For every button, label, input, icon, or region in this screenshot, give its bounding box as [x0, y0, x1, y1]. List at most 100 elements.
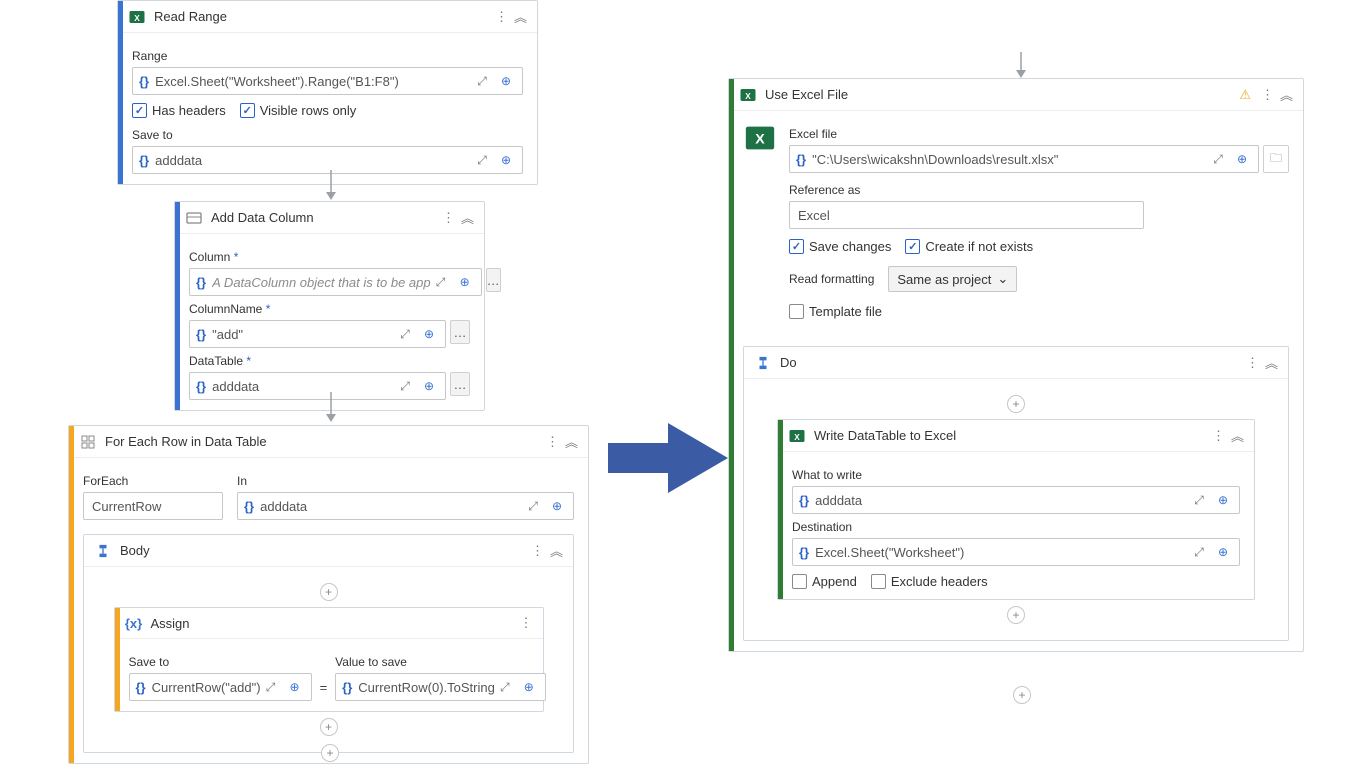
create-if-not-exists-checkbox[interactable]: Create if not exists [905, 239, 1033, 254]
visible-rows-checkbox[interactable]: Visible rows only [240, 103, 357, 118]
activity-title: Read Range [154, 9, 227, 24]
equals-sign: = [320, 680, 328, 701]
ellipsis-button[interactable]: … [486, 268, 501, 292]
assign-save-to-input[interactable]: {} CurrentRow("add") ⤢ ⊕ [129, 673, 312, 701]
datacolumn-icon [185, 209, 203, 227]
expand-icon[interactable]: ⤢ [472, 71, 492, 91]
exclude-headers-checkbox[interactable]: Exclude headers [871, 574, 988, 589]
plus-icon[interactable]: ⊕ [496, 150, 516, 170]
plus-icon[interactable]: ⊕ [419, 376, 439, 396]
collapse-icon[interactable]: ︽ [514, 7, 527, 26]
assign-activity[interactable]: {x} Assign ⋮ Save to {} CurrentRow("add"… [114, 607, 544, 712]
expand-icon[interactable]: ⤢ [1189, 490, 1209, 510]
expand-icon[interactable]: ⤢ [523, 496, 543, 516]
braces-icon: {} [196, 379, 206, 394]
sequence-icon [94, 542, 112, 560]
assign-value-input[interactable]: {} CurrentRow(0).ToString ⤢ ⊕ [335, 673, 546, 701]
ellipsis-button[interactable]: … [450, 320, 470, 344]
add-data-column-activity[interactable]: Add Data Column ⋮ ︽ Column {} A DataColu… [174, 201, 485, 411]
data-table-input[interactable]: {} adddata ⤢ ⊕ [189, 372, 446, 400]
excel-large-icon: X [743, 121, 777, 322]
what-to-write-label: What to write [792, 468, 1240, 482]
browse-folder-button[interactable]: 🗀 [1263, 145, 1289, 173]
add-activity-button[interactable]: + [320, 718, 338, 736]
add-activity-button[interactable]: + [320, 583, 338, 601]
append-checkbox[interactable]: Append [792, 574, 857, 589]
add-activity-button[interactable]: + [1007, 395, 1025, 413]
destination-label: Destination [792, 520, 1240, 534]
add-activity-button[interactable]: + [1007, 606, 1025, 624]
plus-icon[interactable]: ⊕ [1213, 490, 1233, 510]
foreach-input[interactable]: CurrentRow [83, 492, 223, 520]
collapse-icon[interactable]: ︽ [1231, 426, 1244, 445]
activity-title: Add Data Column [211, 210, 314, 225]
body-title: Body [120, 543, 150, 558]
read-range-activity[interactable]: X Read Range ⋮ ︽ Range {} Excel.Sheet("W… [117, 0, 538, 185]
activity-title: For Each Row in Data Table [105, 434, 267, 449]
add-activity-button[interactable]: + [1013, 686, 1031, 704]
what-to-write-input[interactable]: {} adddata ⤢ ⊕ [792, 486, 1240, 514]
more-icon[interactable]: ⋮ [1212, 428, 1225, 444]
plus-icon[interactable]: ⊕ [519, 677, 539, 697]
expand-icon[interactable]: ⤢ [395, 376, 415, 396]
plus-icon[interactable]: ⊕ [455, 272, 475, 292]
expand-icon[interactable]: ⤢ [395, 324, 415, 344]
more-icon[interactable]: ⋮ [546, 434, 559, 450]
expand-icon[interactable]: ⤢ [261, 677, 281, 697]
expand-icon[interactable]: ⤢ [1208, 149, 1228, 169]
plus-icon[interactable]: ⊕ [496, 71, 516, 91]
expand-icon[interactable]: ⤢ [472, 150, 492, 170]
plus-icon[interactable]: ⊕ [285, 677, 305, 697]
save-changes-checkbox[interactable]: Save changes [789, 239, 891, 254]
expand-icon[interactable]: ⤢ [431, 272, 451, 292]
more-icon[interactable]: ⋮ [495, 9, 508, 25]
use-excel-file-activity[interactable]: X Use Excel File ⚠ ⋮ ︽ X Excel file {} "… [728, 78, 1304, 652]
range-input[interactable]: {} Excel.Sheet("Worksheet").Range("B1:F8… [132, 67, 523, 95]
save-to-label: Save to [129, 655, 312, 669]
body-sequence[interactable]: Body ⋮ ︽ + {x} Assign ⋮ [83, 534, 574, 753]
more-icon[interactable]: ⋮ [531, 543, 544, 559]
braces-icon: {} [799, 545, 809, 560]
collapse-icon[interactable]: ︽ [550, 541, 563, 560]
read-formatting-select[interactable]: Same as project⌄ [888, 266, 1017, 292]
expand-icon[interactable]: ⤢ [495, 677, 515, 697]
collapse-icon[interactable]: ︽ [1265, 353, 1278, 372]
collapse-icon[interactable]: ︽ [565, 432, 578, 451]
more-icon[interactable]: ⋮ [442, 210, 455, 226]
expand-icon[interactable]: ⤢ [1189, 542, 1209, 562]
warning-icon[interactable]: ⚠ [1239, 87, 1251, 103]
in-input[interactable]: {} adddata ⤢ ⊕ [237, 492, 574, 520]
braces-icon: {} [796, 152, 806, 167]
braces-icon: {} [139, 74, 149, 89]
collapse-icon[interactable]: ︽ [1280, 85, 1293, 104]
more-icon[interactable]: ⋮ [1246, 355, 1259, 371]
template-file-checkbox[interactable]: Template file [789, 304, 882, 319]
column-label: Column [189, 250, 470, 264]
add-activity-button[interactable]: + [321, 744, 339, 762]
braces-icon: {} [139, 153, 149, 168]
collapse-icon[interactable]: ︽ [461, 208, 474, 227]
save-to-label: Save to [132, 128, 523, 142]
column-name-input[interactable]: {} "add" ⤢ ⊕ [189, 320, 446, 348]
plus-icon[interactable]: ⊕ [1232, 149, 1252, 169]
do-title: Do [780, 355, 797, 370]
more-icon[interactable]: ⋮ [520, 615, 533, 631]
reference-as-input[interactable]: Excel [789, 201, 1144, 229]
ellipsis-button[interactable]: … [450, 372, 470, 396]
excel-file-input[interactable]: {} "C:\Users\wicakshn\Downloads\result.x… [789, 145, 1259, 173]
braces-icon: {} [799, 493, 809, 508]
write-datatable-activity[interactable]: X Write DataTable to Excel ⋮ ︽ What to w… [777, 419, 1255, 600]
destination-input[interactable]: {} Excel.Sheet("Worksheet") ⤢ ⊕ [792, 538, 1240, 566]
plus-icon[interactable]: ⊕ [419, 324, 439, 344]
plus-icon[interactable]: ⊕ [547, 496, 567, 516]
plus-icon[interactable]: ⊕ [1213, 542, 1233, 562]
for-each-row-activity[interactable]: For Each Row in Data Table ⋮ ︽ ForEach C… [68, 425, 589, 764]
do-sequence[interactable]: Do ⋮ ︽ + X Write DataTable to Excel [743, 346, 1289, 641]
column-input[interactable]: {} A DataColumn object that is to be app… [189, 268, 482, 296]
more-icon[interactable]: ⋮ [1261, 87, 1274, 103]
braces-icon: {} [196, 275, 206, 290]
value-to-save-label: Value to save [335, 655, 546, 669]
big-arrow-icon [608, 418, 728, 498]
excel-icon: X [128, 8, 146, 26]
has-headers-checkbox[interactable]: Has headers [132, 103, 226, 118]
